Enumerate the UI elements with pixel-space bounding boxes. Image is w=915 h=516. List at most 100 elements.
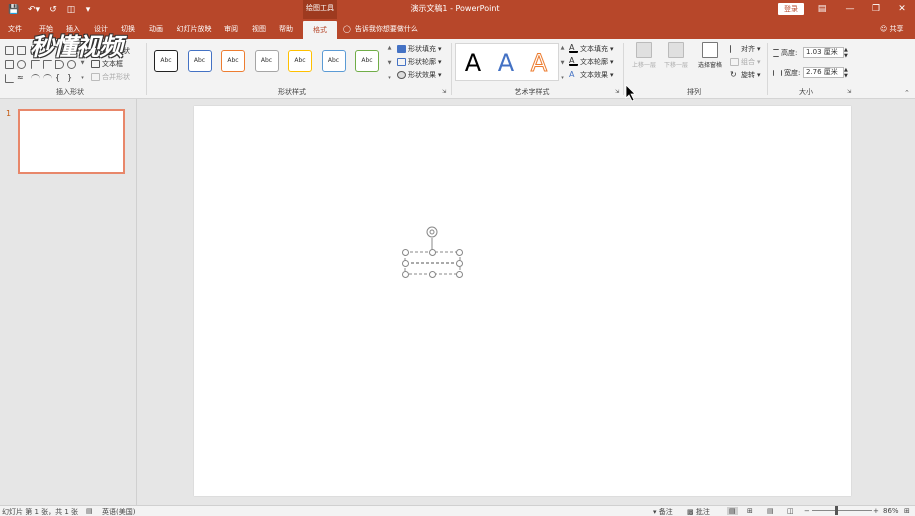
shape-arc-icon[interactable] [31,74,40,83]
shape-freeform-icon[interactable] [5,74,14,83]
wordart-style-3[interactable]: A [526,49,552,78]
height-spinner[interactable]: ▲ ▼ [844,47,848,59]
rotate-button[interactable]: ↻ 旋转 ▾ [730,70,761,80]
shape-style-6[interactable]: Abc [321,50,346,72]
tell-me-search[interactable]: ◯ 告诉我你想要做什么 [343,22,418,36]
fit-to-window-icon[interactable]: ⊞ [904,507,910,515]
resize-handle-nw[interactable] [402,249,409,256]
powerpoint-window: 💾 ↶▾ ↺ ◫ ▾ 绘图工具 演示文稿1 - PowerPoint 登录 ▤ … [0,0,915,516]
shape-fill-button[interactable]: 形状填充 ▾ [397,44,442,54]
tab-review[interactable]: 审阅 [222,23,240,36]
minimize-icon[interactable]: — [840,2,860,16]
size-launcher-icon[interactable]: ⇲ [847,89,851,95]
shape-style-3[interactable]: Abc [221,50,245,72]
rotate-handle-icon[interactable] [426,226,438,238]
shape-curve-icon[interactable] [43,74,52,83]
text-effects-icon: A [569,70,575,79]
resize-handle-sw[interactable] [402,271,409,278]
shape-style-4[interactable]: Abc [254,50,279,72]
slideshow-view-icon[interactable]: ◫ [787,507,794,515]
shape-style-7[interactable]: Abc [355,50,379,72]
shape-textbox-icon[interactable] [17,46,26,55]
shape-rect2-icon[interactable] [5,60,14,69]
shape-scribble-icon[interactable]: ≈ [17,74,26,83]
tab-slideshow[interactable]: 幻灯片放映 [175,23,213,36]
tell-me-text: 告诉我你想要做什么 [354,25,418,33]
group-button[interactable]: 组合 ▾ [730,57,761,67]
shape-rect-icon[interactable] [5,46,14,55]
tab-help[interactable]: 帮助 [277,23,295,36]
start-from-beginning-icon[interactable]: ◫ [64,3,78,16]
tab-file[interactable]: 文件 [6,23,24,36]
zoom-slider[interactable] [812,510,872,511]
align-icon [730,45,739,53]
tab-view[interactable]: 视图 [250,23,268,36]
slide-thumbnail[interactable] [18,109,125,174]
wordart-scroll[interactable]: ▲ ▼ ▾ [558,45,567,81]
customize-toolbar-icon[interactable]: ▾ [84,3,92,16]
resize-handle-ne[interactable] [456,249,463,256]
collapse-ribbon-icon[interactable]: ⌃ [904,89,910,97]
reading-view-icon[interactable]: ▤ [767,507,774,515]
resize-handle-s[interactable] [429,271,436,278]
ribbon-display-options-icon[interactable]: ▤ [812,2,832,16]
slide-canvas[interactable] [194,106,851,496]
slide-sorter-icon[interactable]: ⊞ [747,507,753,515]
shape-styles-scroll[interactable]: ▲ ▼ ▾ [385,45,394,81]
undo-icon[interactable]: ↶▾ [26,3,42,16]
width-spinner[interactable]: ▲ ▼ [844,67,848,79]
wordart-style-1[interactable]: A [460,49,486,77]
text-outline-button[interactable]: A 文本轮廓 ▾ [569,57,614,67]
group-separator [623,43,624,95]
text-effects-button[interactable]: A 文本效果 ▾ [569,70,614,80]
align-button[interactable]: 对齐 ▾ [730,44,761,54]
close-icon[interactable]: ✕ [892,2,912,16]
resize-handle-w[interactable] [402,260,409,267]
height-input[interactable]: 1.03 厘米 [803,47,844,58]
resize-handle-se[interactable] [456,271,463,278]
group-icon [730,58,739,66]
selected-textbox[interactable] [194,106,851,496]
shape-style-5[interactable]: Abc [288,50,312,72]
notes-button[interactable]: ▾ 备注 [653,507,673,516]
insert-shapes-label: 插入形状 [56,88,84,96]
wordart-gallery[interactable]: A A A [455,43,559,81]
resize-handle-n[interactable] [429,249,436,256]
ribbon-format: ≈ { } ▲ ▼ ▾ 编辑形状 文本框 合并形状 插入形状 Abc Abc Abc Ab… [0,39,915,99]
text-fill-button[interactable]: A 文本填充 ▾ [569,44,614,54]
zoom-in-icon[interactable]: + [873,507,879,515]
shape-styles-launcher-icon[interactable]: ⇲ [442,89,446,95]
resize-handle-e[interactable] [456,260,463,267]
redo-icon[interactable]: ↺ [47,3,59,16]
language-indicator[interactable]: 英语(美国) [102,507,135,516]
bring-forward-button[interactable]: 上移一层 [630,42,658,80]
tab-animations[interactable]: 动画 [147,23,165,36]
shape-style-1[interactable]: Abc [154,50,178,72]
restore-icon[interactable]: ❐ [866,2,886,16]
merge-shapes-button[interactable]: 合并形状 [91,72,130,82]
spellcheck-icon[interactable]: ▤ [86,507,93,515]
login-button[interactable]: 登录 [778,3,804,15]
shape-oval-icon[interactable] [17,60,26,69]
pencil-icon [397,58,406,66]
wordart-style-2[interactable]: A [493,49,519,77]
wordart-launcher-icon[interactable]: ⇲ [615,89,619,95]
save-icon[interactable]: 💾 [8,3,20,16]
tab-format[interactable]: 格式 [303,21,337,39]
shape-outline-button[interactable]: 形状轮廓 ▾ [397,57,442,67]
shape-brace-right-icon[interactable]: } [67,74,76,83]
shape-style-2[interactable]: Abc [187,50,212,72]
group-separator [146,43,147,95]
normal-view-icon[interactable]: ▤ [727,507,738,515]
send-backward-button[interactable]: 下移一层 [662,42,690,80]
share-button[interactable]: ☺ 共享 [880,24,904,34]
selection-pane-button[interactable]: 选择窗格 [694,42,726,80]
shape-brace-left-icon[interactable]: { [55,74,64,83]
comments-button[interactable]: ▩ 批注 [687,507,710,516]
effects-icon [397,71,406,79]
zoom-slider-thumb[interactable] [835,506,838,515]
width-input[interactable]: 2.76 厘米 [803,67,844,78]
shape-effects-button[interactable]: 形状效果 ▾ [397,70,442,80]
zoom-level[interactable]: 86% [883,507,899,515]
zoom-out-icon[interactable]: − [804,507,810,515]
